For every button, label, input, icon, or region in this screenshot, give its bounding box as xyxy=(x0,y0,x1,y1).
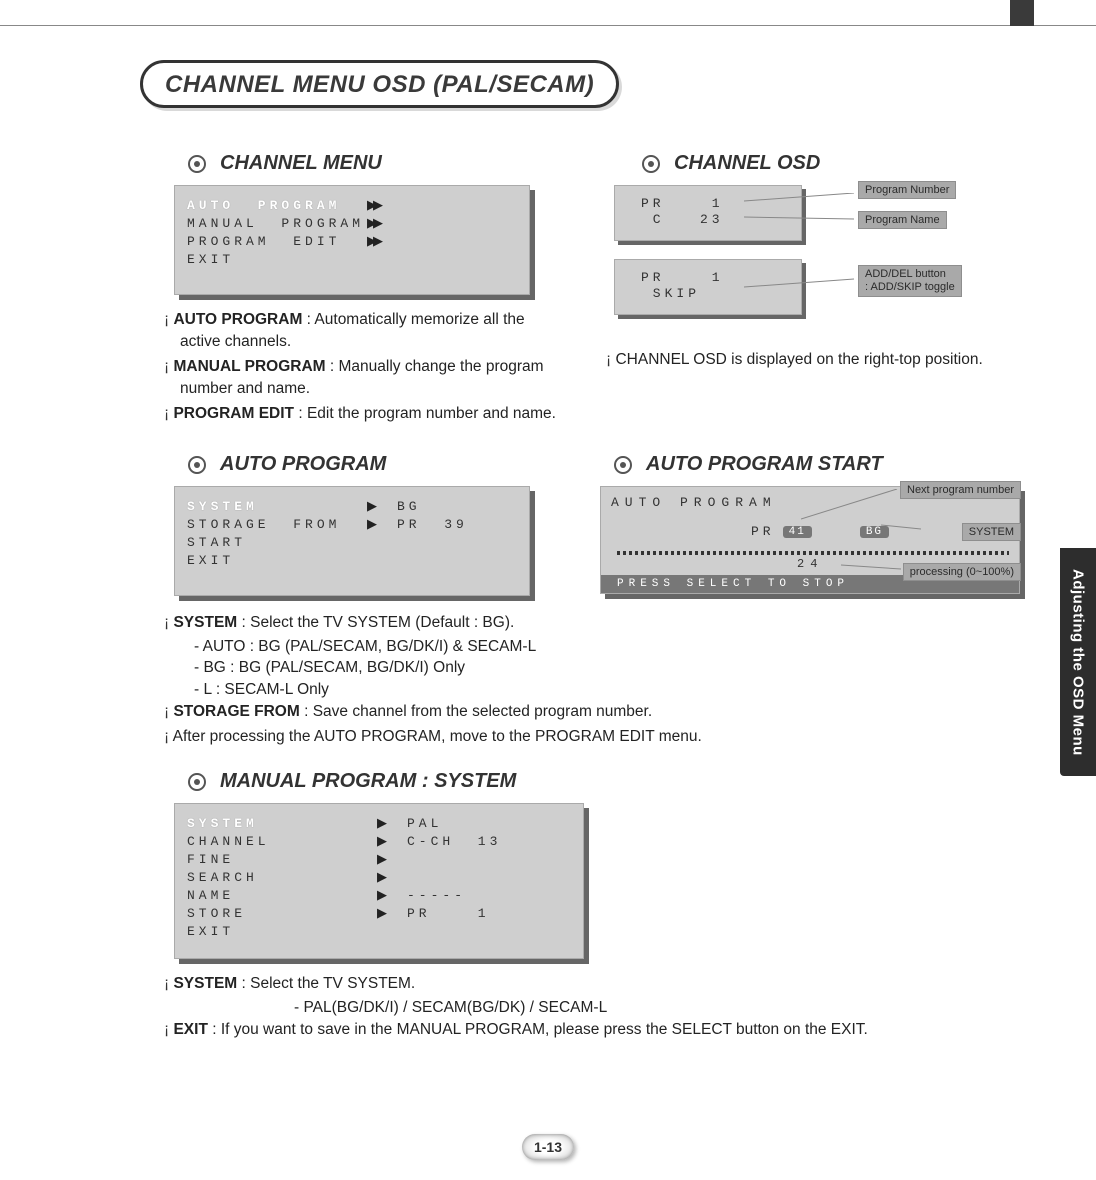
osd-row-label: MANUAL PROGRAM xyxy=(187,216,367,231)
heading-channel-menu: CHANNEL MENU xyxy=(188,152,558,175)
heading-text: MANUAL PROGRAM : SYSTEM xyxy=(220,770,516,793)
anno-add-del: ADD/DEL button : ADD/SKIP toggle xyxy=(858,265,962,297)
bullet-icon xyxy=(188,773,206,791)
bullet-icon xyxy=(188,456,206,474)
arrow-icon: ▶ xyxy=(377,833,407,849)
osd-row-label: EXIT xyxy=(187,924,377,939)
progress-bar xyxy=(617,551,1009,555)
heading-auto-program-start: AUTO PROGRAM START xyxy=(614,453,1020,476)
bullet-text: : Select the TV SYSTEM (Default : BG). xyxy=(237,614,514,631)
bullet-text: CHANNEL OSD is displayed on the right-to… xyxy=(615,351,982,368)
osd-row-label: START xyxy=(187,535,367,550)
osd-pr-label: PR xyxy=(751,524,775,539)
page-top-rule xyxy=(0,0,1096,26)
arrow-icon: ▶▶ xyxy=(367,215,397,231)
sub-text: - BG : BG (PAL/SECAM, BG/DK/I) Only xyxy=(164,657,1012,679)
bullet-text: : Select the TV SYSTEM. xyxy=(237,975,415,992)
anno-program-number: Program Number xyxy=(858,181,956,199)
osd-row-value: PR 1 xyxy=(407,906,490,921)
osd-row-value: C-CH 13 xyxy=(407,834,501,849)
osd-line: C 23 xyxy=(641,212,801,228)
bullet-text: After processing the AUTO PROGRAM, move … xyxy=(173,728,702,745)
para-channel-menu: AUTO PROGRAM : Automatically memorize al… xyxy=(164,309,558,425)
osd-row-label: STORE xyxy=(187,906,377,921)
bold-term: SYSTEM xyxy=(173,975,237,992)
osd-row-label: CHANNEL xyxy=(187,834,377,849)
osd-row-value: BG xyxy=(397,499,421,514)
osd-row-label: EXIT xyxy=(187,252,367,267)
bullet-icon xyxy=(614,456,632,474)
bold-term: SYSTEM xyxy=(173,614,237,631)
osd-line: PR 1 xyxy=(641,270,801,286)
bold-term: EXIT xyxy=(173,1021,207,1038)
page-number: 1-13 xyxy=(522,1132,574,1162)
side-tab: Adjusting the OSD Menu xyxy=(1060,548,1096,776)
bullet-icon xyxy=(642,155,660,173)
osd-row-label: FINE xyxy=(187,852,377,867)
osd-row-label: SEARCH xyxy=(187,870,377,885)
bullet-icon xyxy=(188,155,206,173)
osd-row-label: SYSTEM xyxy=(187,816,377,831)
arrow-icon: ▶ xyxy=(377,905,407,921)
heading-text: CHANNEL MENU xyxy=(220,152,382,175)
arrow-icon: ▶▶ xyxy=(367,197,397,213)
osd-pr-value: 41 xyxy=(783,526,812,538)
sub-text: - PAL(BG/DK/I) / SECAM(BG/DK) / SECAM-L xyxy=(164,997,1012,1019)
osd-row-label: NAME xyxy=(187,888,377,903)
osd-channel-menu: AUTO PROGRAM▶▶ MANUAL PROGRAM▶▶ PROGRAM … xyxy=(174,185,530,295)
osd-row-label: PROGRAM EDIT xyxy=(187,234,367,249)
osd-manual-program: SYSTEM▶PAL CHANNEL▶C-CH 13 FINE▶ SEARCH▶… xyxy=(174,803,584,959)
arrow-icon: ▶ xyxy=(377,887,407,903)
bullet-text: : Edit the program number and name. xyxy=(294,405,556,422)
osd-line: SKIP xyxy=(641,286,801,302)
bold-term: STORAGE FROM xyxy=(173,703,299,720)
heading-channel-osd: CHANNEL OSD xyxy=(642,152,1012,175)
osd-row-label: EXIT xyxy=(187,553,367,568)
para-channel-osd: CHANNEL OSD is displayed on the right-to… xyxy=(606,349,1012,371)
osd-row-value: PAL xyxy=(407,816,442,831)
osd-channel-small-2: PR 1 SKIP xyxy=(614,259,802,315)
sub-text: - AUTO : BG (PAL/SECAM, BG/DK/I) & SECAM… xyxy=(164,636,1012,658)
heading-text: AUTO PROGRAM xyxy=(220,453,386,476)
osd-row-value: ----- xyxy=(407,888,466,903)
bullet-text: : Save channel from the selected program… xyxy=(300,703,652,720)
arrow-icon: ▶ xyxy=(377,851,407,867)
arrow-icon: ▶ xyxy=(367,498,397,514)
anno-system: SYSTEM xyxy=(962,523,1021,541)
osd-auto-start: AUTO PROGRAM PR 41 BG 24 PRESS SELECT TO… xyxy=(600,486,1020,594)
para-auto-program: SYSTEM : Select the TV SYSTEM (Default :… xyxy=(164,612,1012,748)
osd-row-label: STORAGE FROM xyxy=(187,517,367,532)
heading-text: CHANNEL OSD xyxy=(674,152,820,175)
osd-bg-value: BG xyxy=(860,526,889,538)
anno-next-program: Next program number xyxy=(900,481,1021,499)
bold-term: AUTO PROGRAM xyxy=(173,311,302,328)
arrow-icon: ▶ xyxy=(377,815,407,831)
bold-term: PROGRAM EDIT xyxy=(173,405,294,422)
page-title-pill: CHANNEL MENU OSD (PAL/SECAM) xyxy=(140,60,619,108)
osd-auto-program: SYSTEM▶BG STORAGE FROM▶PR 39 START EXIT xyxy=(174,486,530,596)
bullet-text: : If you want to save in the MANUAL PROG… xyxy=(208,1021,868,1038)
osd-line: PR 1 xyxy=(641,196,801,212)
sub-text: - L : SECAM-L Only xyxy=(164,679,1012,701)
osd-row-label: SYSTEM xyxy=(187,499,367,514)
heading-manual-program: MANUAL PROGRAM : SYSTEM xyxy=(188,770,1012,793)
page-content: CHANNEL MENU OSD (PAL/SECAM) CHANNEL MEN… xyxy=(140,60,1012,1044)
osd-channel-small-1: PR 1 C 23 xyxy=(614,185,802,241)
heading-auto-program: AUTO PROGRAM xyxy=(188,453,530,476)
bold-term: MANUAL PROGRAM xyxy=(173,358,325,375)
osd-row-value: PR 39 xyxy=(397,517,468,532)
page-top-marker xyxy=(1010,0,1034,26)
page-number-text: 1-13 xyxy=(522,1134,574,1160)
heading-text: AUTO PROGRAM START xyxy=(646,453,883,476)
arrow-icon: ▶ xyxy=(367,516,397,532)
anno-processing: processing (0~100%) xyxy=(903,563,1021,581)
osd-row-label: AUTO PROGRAM xyxy=(187,198,367,213)
arrow-icon: ▶ xyxy=(377,869,407,885)
arrow-icon: ▶▶ xyxy=(367,233,397,249)
para-manual-program: SYSTEM : Select the TV SYSTEM. - PAL(BG/… xyxy=(164,973,1012,1041)
anno-program-name: Program Name xyxy=(858,211,947,229)
